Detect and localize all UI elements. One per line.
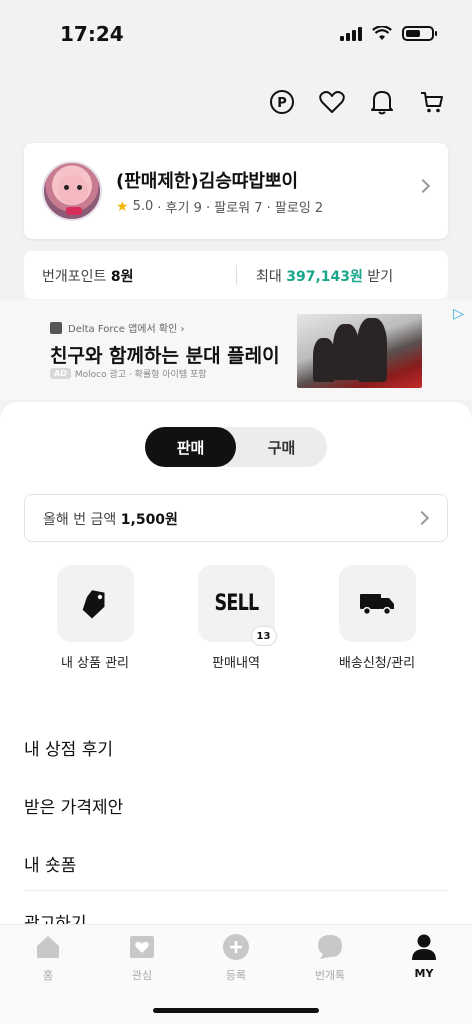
ad-brand-text: Delta Force 앱에서 확인 › [68, 324, 185, 335]
person-icon [410, 933, 438, 961]
tab-chat[interactable]: 번개톡 [290, 933, 370, 983]
tile-sales-history-box: SELL 13 [197, 565, 277, 646]
home-icon [34, 933, 62, 961]
signal-icon [340, 26, 362, 41]
points-label: 번개포인트 [42, 269, 107, 285]
points-value: 8원 [110, 269, 134, 285]
home-indicator [153, 1008, 319, 1013]
battery-icon [402, 26, 437, 41]
profile-stats: ★ 5.0 · 후기 9 · 팔로워 7 · 팔로잉 2 [116, 197, 324, 217]
tile-my-products-label: 내 상품 관리 [60, 656, 130, 671]
ad-sub-text: Moloco 광고 · 확률형 아이템 포함 [74, 370, 207, 380]
tab-home-label: 홈 [42, 969, 54, 982]
ad-brand-logo [50, 321, 62, 334]
profile-card[interactable]: (판매제한)김승땨밥뽀이 ★ 5.0 · 후기 9 · 팔로워 7 · 팔로잉 … [24, 143, 448, 239]
my-menu: 내 상점 후기 받은 가격제안 내 숏폼 [24, 718, 448, 892]
plus-icon [222, 933, 250, 961]
seller-tools: 내 상품 관리 SELL 13 판매내역 배송신청/관리 [0, 565, 472, 675]
menu-advertise[interactable]: 광고하기 [24, 910, 87, 924]
points-bar: 번개포인트 8원 최대 397,143원 받기 [24, 251, 448, 299]
sell-icon: SELL [214, 591, 259, 616]
tab-chat-label: 번개톡 [314, 969, 346, 982]
yearly-earnings: 올해 번 금액 1,500원 [43, 509, 178, 529]
sales-count-badge: 13 [250, 626, 277, 646]
tab-home[interactable]: 홈 [8, 933, 88, 983]
yearly-label: 올해 번 금액 [43, 512, 117, 528]
tile-my-products[interactable]: 내 상품 관리 [25, 565, 165, 671]
rating-value: 5.0 [132, 199, 154, 214]
status-bar: 17:24 [0, 0, 472, 70]
max-suffix: 받기 [367, 269, 394, 285]
chevron-right-icon [415, 178, 431, 194]
tab-favorites[interactable]: 관심 [102, 933, 182, 983]
bell-icon[interactable] [368, 88, 396, 116]
tag-icon [82, 589, 105, 619]
max-prefix: 최대 [256, 269, 282, 285]
tile-my-products-box [56, 565, 134, 642]
heart-icon[interactable] [318, 88, 346, 116]
status-icons [340, 26, 437, 41]
heart-tab-icon [128, 933, 156, 961]
profile-counts: · 후기 9 · 팔로워 7 · 팔로잉 2 [157, 201, 324, 216]
chevron-right-icon [414, 510, 430, 526]
points-icon[interactable]: P [268, 88, 296, 116]
cart-icon[interactable] [418, 88, 446, 116]
profile-name: (판매제한)김승땨밥뽀이 [116, 171, 299, 192]
truck-icon [360, 593, 394, 615]
max-reward[interactable]: 최대 397,143원 받기 [256, 266, 393, 286]
tile-shipping-box [338, 565, 416, 642]
yearly-earnings-row[interactable]: 올해 번 금액 1,500원 [24, 494, 448, 542]
tab-buy[interactable]: 구매 [236, 427, 327, 467]
tile-sales-history[interactable]: SELL 13 판매내역 [166, 565, 306, 671]
tab-my[interactable]: MY [384, 933, 464, 980]
my-main-sheet: 판매 구매 올해 번 금액 1,500원 내 상품 관리 SELL 13 판매내… [0, 402, 472, 924]
menu-divider [24, 890, 448, 891]
bungae-points[interactable]: 번개포인트 8원 [42, 266, 133, 286]
ad-brand: Delta Force 앱에서 확인 › [50, 320, 184, 335]
yearly-amount: 1,500원 [120, 512, 178, 528]
tab-favorites-label: 관심 [131, 969, 153, 982]
status-time: 17:24 [60, 22, 124, 46]
tab-sell[interactable]: 판매 [145, 427, 236, 467]
ad-badge: AD [50, 368, 71, 379]
top-actions: P [268, 88, 446, 116]
wifi-icon [372, 26, 392, 40]
star-icon: ★ [116, 198, 129, 215]
ad-banner[interactable]: Delta Force 앱에서 확인 › 친구와 함께하는 분대 플레이 AD … [0, 300, 472, 400]
tile-shipping[interactable]: 배송신청/관리 [307, 565, 447, 671]
ad-sub: AD Moloco 광고 · 확률형 아이템 포함 [50, 367, 207, 380]
tile-sales-history-label: 판매내역 [212, 656, 260, 671]
points-divider [236, 265, 237, 285]
sell-buy-toggle: 판매 구매 [145, 427, 327, 467]
svg-text:P: P [277, 96, 287, 111]
ad-choices-icon[interactable]: ▷ [453, 306, 464, 322]
tile-shipping-label: 배송신청/관리 [338, 656, 416, 671]
max-value: 397,143원 [286, 269, 363, 285]
menu-store-reviews[interactable]: 내 상점 후기 [24, 718, 448, 776]
chat-icon [316, 933, 344, 961]
ad-image [297, 314, 422, 388]
avatar [42, 161, 102, 221]
ad-headline: 친구와 함께하는 분대 플레이 [50, 345, 280, 367]
tab-register-label: 등록 [225, 969, 247, 982]
tab-my-label: MY [414, 967, 434, 980]
menu-my-shortform[interactable]: 내 숏폼 [24, 834, 448, 892]
menu-price-offers[interactable]: 받은 가격제안 [24, 776, 448, 834]
tab-register[interactable]: 등록 [196, 933, 276, 983]
